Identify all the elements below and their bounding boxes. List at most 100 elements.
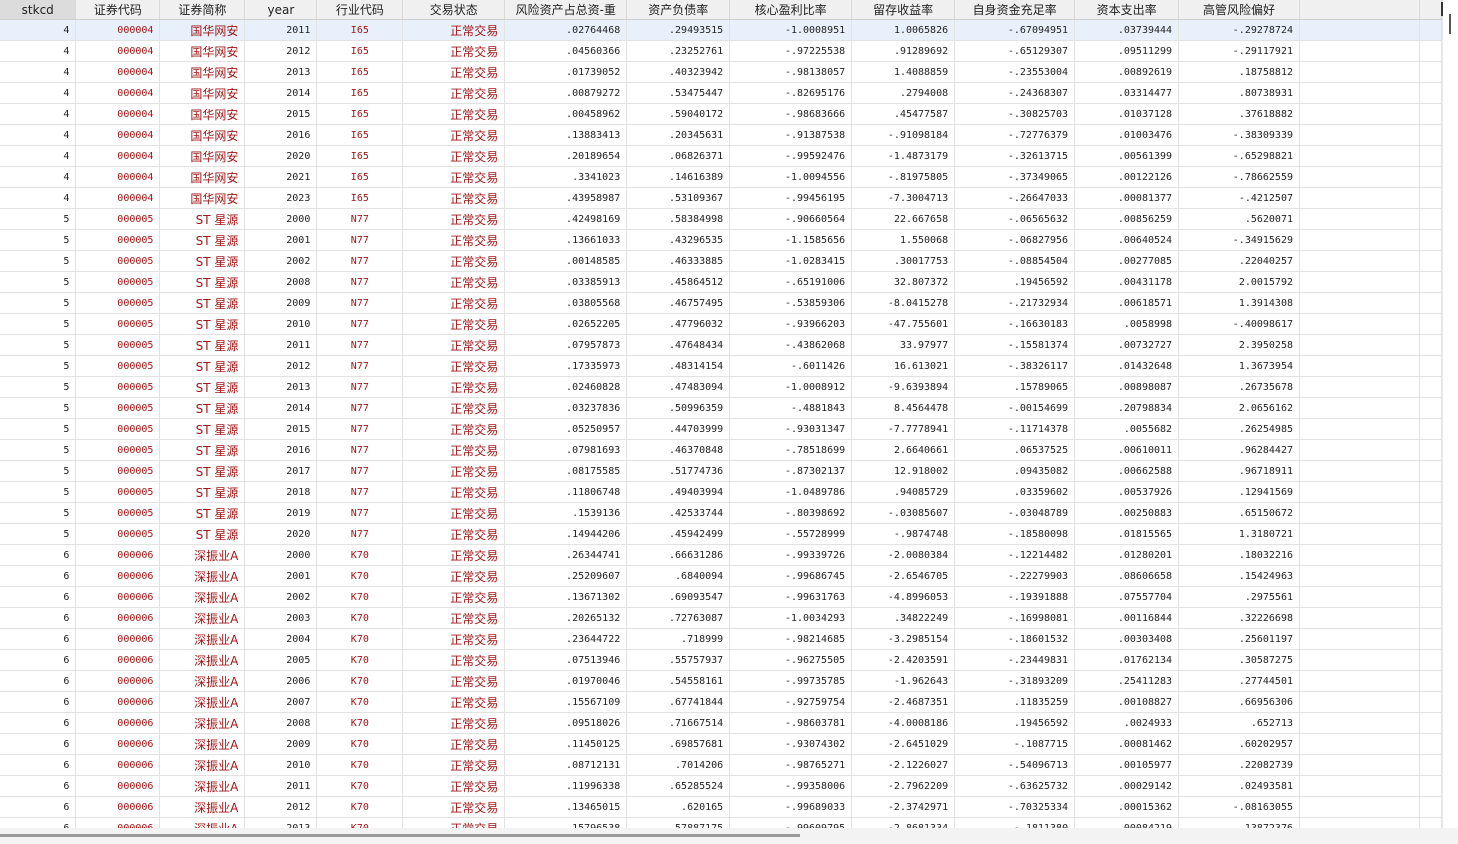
cell-empty[interactable] (1419, 418, 1442, 440)
cell-risk-asset-ratio[interactable]: .20189654 (504, 145, 628, 167)
cell-stkcd[interactable]: 5 (0, 208, 77, 230)
cell-empty[interactable] (1419, 796, 1442, 818)
cell-year[interactable]: 2013 (244, 817, 318, 828)
cell-industry-code[interactable]: N77 (316, 292, 404, 314)
cell-security-name[interactable]: ST 星源 (159, 208, 246, 230)
cell-risk-asset-ratio[interactable]: .09518026 (504, 712, 628, 734)
cell-stkcd[interactable]: 5 (0, 355, 77, 377)
cell-industry-code[interactable]: I65 (316, 103, 404, 125)
cell-capital-adequacy-ratio[interactable]: -.23553004 (954, 61, 1076, 83)
cell-executive-risk-preference[interactable]: .12941569 (1178, 481, 1300, 503)
cell-empty[interactable] (1419, 628, 1442, 650)
cell-security-code[interactable]: 000006 (75, 544, 161, 566)
table-row[interactable]: 5 000005 ST 星源 2002 N77 正常交易 .00148585.4633388… (0, 250, 1442, 272)
cell-empty[interactable] (1419, 61, 1442, 83)
cell-capex-ratio[interactable]: .00277085 (1074, 250, 1180, 272)
table-row[interactable]: 4 000004 国华网安 2012 I65 正常交易 .04560366.23252761… (0, 40, 1442, 62)
cell-year[interactable]: 2020 (244, 145, 318, 167)
cell-executive-risk-preference[interactable]: 2.0015792 (1178, 271, 1300, 293)
cell-debt-ratio[interactable]: .14616389 (626, 166, 731, 188)
cell-security-name[interactable]: ST 星源 (159, 481, 246, 503)
cell-capital-adequacy-ratio[interactable]: .19456592 (954, 712, 1076, 734)
cell-stkcd[interactable]: 5 (0, 250, 77, 272)
cell-trading-status[interactable]: 正常交易 (402, 376, 506, 398)
cell-debt-ratio[interactable]: .43296535 (626, 229, 731, 251)
cell-core-profit-ratio[interactable]: -.65191006 (729, 271, 853, 293)
cell-retained-earnings-ratio[interactable]: -2.7962209 (851, 775, 956, 797)
cell-stkcd[interactable]: 5 (0, 271, 77, 293)
cell-retained-earnings-ratio[interactable]: .94085729 (851, 481, 956, 503)
table-row[interactable]: 4 000004 国华网安 2011 I65 正常交易 .02764468.29493515… (0, 19, 1442, 41)
cell-security-name[interactable]: 深振业A (159, 754, 246, 776)
cell-empty[interactable] (1299, 691, 1420, 713)
cell-security-code[interactable]: 000006 (75, 607, 161, 629)
cell-security-name[interactable]: 深振业A (159, 817, 246, 828)
cell-executive-risk-preference[interactable]: .96718911 (1178, 460, 1300, 482)
cell-security-code[interactable]: 000006 (75, 586, 161, 608)
table-row[interactable]: 6 000006 深振业A 2009 K70 正常交易 .11450125.69857681… (0, 733, 1442, 755)
cell-retained-earnings-ratio[interactable]: -7.3004713 (851, 187, 956, 209)
cell-retained-earnings-ratio[interactable]: -8.0415278 (851, 292, 956, 314)
cell-capital-adequacy-ratio[interactable]: -.72776379 (954, 124, 1076, 146)
cell-trading-status[interactable]: 正常交易 (402, 124, 506, 146)
cell-security-code[interactable]: 000004 (75, 82, 161, 104)
cell-industry-code[interactable]: K70 (316, 628, 404, 650)
column-header-debt-ratio[interactable]: 资产负债率 (626, 0, 731, 20)
cell-core-profit-ratio[interactable]: -1.0034293 (729, 607, 853, 629)
cell-empty[interactable] (1419, 565, 1442, 587)
cell-security-code[interactable]: 000005 (75, 523, 161, 545)
cell-stkcd[interactable]: 5 (0, 460, 77, 482)
cell-security-name[interactable]: ST 星源 (159, 250, 246, 272)
cell-executive-risk-preference[interactable]: .32226698 (1178, 607, 1300, 629)
cell-retained-earnings-ratio[interactable]: -1.4873179 (851, 145, 956, 167)
cell-executive-risk-preference[interactable]: .37618882 (1178, 103, 1300, 125)
cell-security-name[interactable]: ST 星源 (159, 397, 246, 419)
cell-security-name[interactable]: 深振业A (159, 691, 246, 713)
cell-security-code[interactable]: 000006 (75, 817, 161, 828)
cell-trading-status[interactable]: 正常交易 (402, 460, 506, 482)
cell-empty[interactable] (1299, 187, 1420, 209)
cell-empty[interactable] (1419, 544, 1442, 566)
cell-stkcd[interactable]: 4 (0, 145, 77, 167)
cell-empty[interactable] (1299, 502, 1420, 524)
cell-capital-adequacy-ratio[interactable]: -.21732934 (954, 292, 1076, 314)
cell-executive-risk-preference[interactable]: .5620071 (1178, 208, 1300, 230)
cell-year[interactable]: 2011 (244, 775, 318, 797)
cell-empty[interactable] (1419, 649, 1442, 671)
cell-industry-code[interactable]: N77 (316, 229, 404, 251)
cell-trading-status[interactable]: 正常交易 (402, 565, 506, 587)
cell-retained-earnings-ratio[interactable]: -2.6546705 (851, 565, 956, 587)
cell-security-name[interactable]: 深振业A (159, 712, 246, 734)
cell-capex-ratio[interactable]: .00662588 (1074, 460, 1180, 482)
cell-security-name[interactable]: 国华网安 (159, 103, 246, 125)
cell-empty[interactable] (1299, 82, 1420, 104)
cell-empty[interactable] (1299, 334, 1420, 356)
table-row[interactable]: 4 000004 国华网安 2023 I65 正常交易 .43958987.53109367… (0, 187, 1442, 209)
cell-empty[interactable] (1299, 124, 1420, 146)
cell-year[interactable]: 2011 (244, 334, 318, 356)
cell-year[interactable]: 2000 (244, 208, 318, 230)
cell-capital-adequacy-ratio[interactable]: -.54096713 (954, 754, 1076, 776)
cell-empty[interactable] (1419, 775, 1442, 797)
cell-retained-earnings-ratio[interactable]: -47.755601 (851, 313, 956, 335)
cell-capital-adequacy-ratio[interactable]: -.23449831 (954, 649, 1076, 671)
cell-capex-ratio[interactable]: .01280201 (1074, 544, 1180, 566)
cell-year[interactable]: 2008 (244, 271, 318, 293)
table-row[interactable]: 6 000006 深振业A 2011 K70 正常交易 .11996338.65285524… (0, 775, 1442, 797)
cell-industry-code[interactable]: N77 (316, 355, 404, 377)
cell-capex-ratio[interactable]: .00081462 (1074, 733, 1180, 755)
cell-capex-ratio[interactable]: .20798834 (1074, 397, 1180, 419)
cell-capital-adequacy-ratio[interactable]: -.37349065 (954, 166, 1076, 188)
cell-trading-status[interactable]: 正常交易 (402, 481, 506, 503)
cell-capital-adequacy-ratio[interactable]: -.65129307 (954, 40, 1076, 62)
cell-empty[interactable] (1299, 250, 1420, 272)
cell-core-profit-ratio[interactable]: -.78518699 (729, 439, 853, 461)
cell-empty[interactable] (1299, 439, 1420, 461)
cell-stkcd[interactable]: 4 (0, 187, 77, 209)
cell-security-name[interactable]: ST 星源 (159, 439, 246, 461)
cell-trading-status[interactable]: 正常交易 (402, 40, 506, 62)
cell-executive-risk-preference[interactable]: .80738931 (1178, 82, 1300, 104)
data-grid[interactable]: stkcd 证券代码 证券简称 year 行业代码 交易状态 风险资产占总资-重… (0, 0, 1442, 828)
cell-empty[interactable] (1419, 82, 1442, 104)
cell-empty[interactable] (1419, 712, 1442, 734)
